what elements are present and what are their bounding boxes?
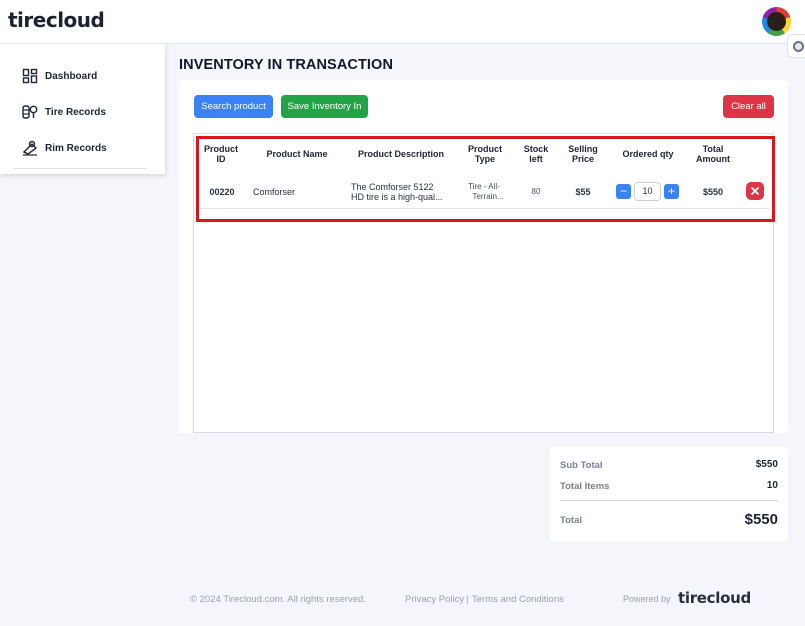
total-items-value: 10: [766, 480, 778, 491]
clear-all-button[interactable]: Clear all: [723, 95, 774, 118]
table-row: 00220 Comforser The Comforser 5122 HD ti…: [200, 174, 770, 209]
cell-product-name: Comforser: [253, 186, 296, 197]
description-line: The Comforser 5122: [351, 181, 434, 192]
cell-product-description: The Comforser 5122 HD tire is a high-qua…: [351, 174, 461, 209]
remove-row-button[interactable]: [746, 182, 764, 200]
total-label: Total: [560, 515, 582, 526]
col-product-description: Product Description: [357, 149, 444, 159]
tire-records-icon: [22, 105, 38, 119]
sub-total-label: Sub Total: [560, 460, 603, 471]
sidebar-item-tire-records[interactable]: Tire Records: [22, 103, 106, 121]
increase-qty-button[interactable]: +: [664, 184, 679, 199]
rim-records-icon: [22, 140, 38, 156]
cell-selling-price: $55: [575, 186, 591, 197]
sidebar-item-label: Tire Records: [45, 106, 106, 118]
summary-divider: [560, 500, 778, 501]
col-total-amount: Total Amount: [696, 144, 730, 164]
sidebar-item-label: Dashboard: [45, 70, 98, 82]
col-product-name: Product Name: [266, 149, 328, 159]
cell-product-id: 00220: [209, 186, 235, 197]
ordered-qty-input[interactable]: 10: [634, 182, 661, 201]
close-icon: [751, 187, 759, 195]
privacy-policy-link[interactable]: Privacy Policy: [405, 594, 464, 605]
product-table: Product ID Product Name Product Descript…: [193, 133, 774, 433]
total-items-label: Total Items: [560, 481, 610, 492]
top-bar: tirecloud: [0, 0, 805, 44]
total-value: $550: [744, 511, 778, 528]
description-line: HD tire is a high-qual...: [351, 191, 443, 202]
col-ordered-qty: Ordered qty: [622, 149, 674, 159]
footer-separator: |: [466, 594, 469, 605]
terms-link[interactable]: Terms and Conditions: [472, 594, 564, 605]
type-line: Tire - All-: [468, 181, 500, 191]
settings-toggle-button[interactable]: [787, 34, 805, 58]
dashboard-icon: [22, 68, 38, 84]
sidebar-item-rim-records[interactable]: Rim Records: [22, 139, 107, 157]
sidebar-divider: [14, 168, 146, 169]
save-inventory-in-button[interactable]: Save Inventory In: [281, 95, 368, 118]
sidebar: Dashboard Tire Records Rim Records: [0, 44, 165, 174]
avatar-image: [767, 12, 786, 31]
search-product-button[interactable]: Search product: [194, 95, 273, 118]
col-stock-left: Stock left: [523, 144, 549, 164]
footer-logo: tirecloud: [678, 589, 751, 607]
col-product-type: Product Type: [467, 144, 502, 164]
table-header: Product ID Product Name Product Descript…: [194, 134, 773, 174]
footer-copyright: © 2024 Tirecloud.com. All rights reserve…: [190, 594, 366, 605]
transaction-panel: Search product Save Inventory In Clear a…: [179, 80, 788, 433]
sidebar-item-label: Rim Records: [45, 142, 107, 154]
sub-total-value: $550: [755, 459, 778, 470]
cell-total-amount: $550: [702, 186, 724, 197]
type-line: Terrain...: [472, 191, 504, 201]
decrease-qty-button[interactable]: −: [616, 184, 631, 199]
cell-stock-left: 80: [531, 187, 541, 196]
cell-product-type: Tire - All- Terrain...: [460, 174, 508, 209]
toggle-circle-icon: [793, 41, 804, 52]
col-product-id: Product ID: [203, 144, 238, 164]
summary-card: Sub Total $550 Total Items 10 Total $550: [550, 447, 788, 541]
col-selling-price: Selling Price: [568, 144, 598, 164]
app-logo[interactable]: tirecloud: [8, 8, 105, 32]
page-title: INVENTORY IN TRANSACTION: [179, 57, 394, 73]
powered-by-label: Powered by: [623, 594, 671, 604]
sidebar-item-dashboard[interactable]: Dashboard: [22, 67, 97, 85]
user-avatar[interactable]: [762, 7, 791, 36]
